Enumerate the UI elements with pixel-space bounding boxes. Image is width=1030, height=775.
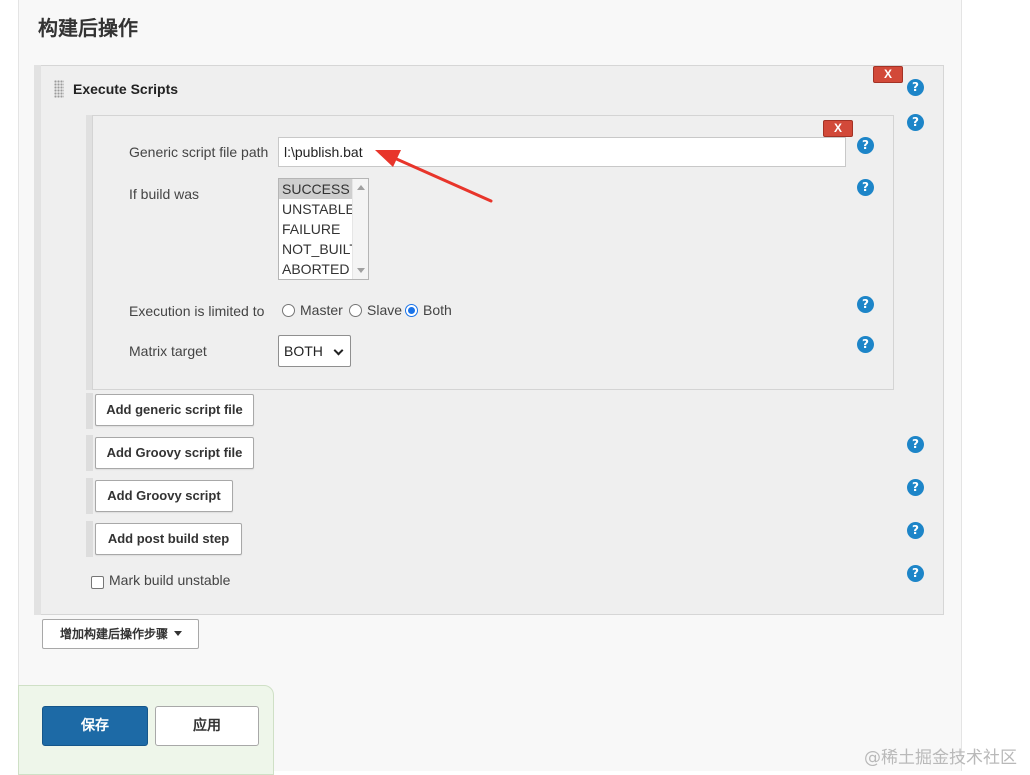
annotation-arrow-icon xyxy=(375,150,493,203)
